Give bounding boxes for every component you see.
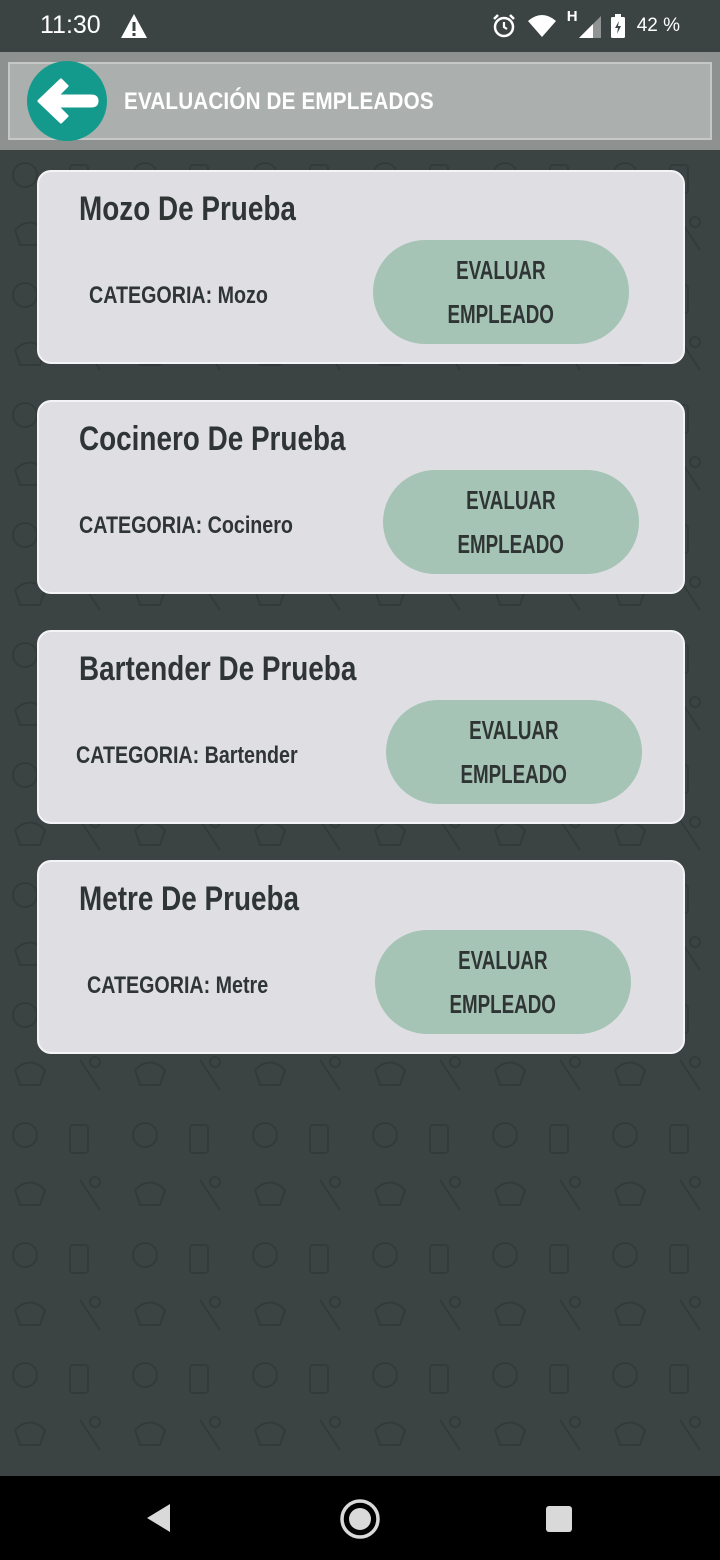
button-label-line1: EVALUAR	[466, 485, 556, 515]
status-bar: 11:30 H 42 %	[0, 0, 720, 52]
status-time: 11:30	[40, 11, 101, 39]
button-label-line1: EVALUAR	[456, 255, 546, 285]
alarm-icon	[492, 14, 515, 38]
evaluate-employee-button[interactable]: EVALUAR EMPLEADO	[383, 470, 639, 574]
evaluate-employee-button[interactable]: EVALUAR EMPLEADO	[386, 700, 642, 804]
employee-name: Metre De Prueba	[79, 880, 300, 918]
evaluate-employee-button[interactable]: EVALUAR EMPLEADO	[375, 930, 631, 1034]
arrow-left-icon	[37, 78, 99, 124]
button-label-line1: EVALUAR	[469, 715, 559, 745]
employee-card: Metre De Prueba CATEGORIA: Metre EVALUAR…	[37, 860, 685, 1054]
employee-card: Cocinero De Prueba CATEGORIA: Cocinero E…	[37, 400, 685, 594]
employee-name: Cocinero De Prueba	[79, 420, 346, 458]
page-title: EVALUACIÓN DE EMPLEADOS	[124, 88, 434, 115]
employee-name: Bartender De Prueba	[79, 650, 357, 688]
battery-percent: 42 %	[636, 15, 680, 36]
employee-category: CATEGORIA: Cocinero	[79, 512, 293, 539]
nav-home-icon[interactable]	[339, 1498, 381, 1540]
button-label-line2: EMPLEADO	[447, 299, 555, 329]
evaluate-employee-button[interactable]: EVALUAR EMPLEADO	[373, 240, 629, 344]
navigation-bar	[0, 1476, 720, 1560]
employee-category: CATEGORIA: Metre	[87, 972, 269, 999]
nav-recent-icon[interactable]	[546, 1506, 572, 1532]
employee-category: CATEGORIA: Bartender	[76, 742, 298, 769]
warning-icon	[121, 14, 147, 38]
battery-icon	[610, 14, 625, 38]
button-label-line2: EMPLEADO	[457, 529, 565, 559]
employee-card: Bartender De Prueba CATEGORIA: Bartender…	[37, 630, 685, 824]
nav-back-icon[interactable]	[146, 1503, 172, 1533]
button-label-line1: EVALUAR	[458, 945, 548, 975]
network-type-label: H	[566, 8, 578, 25]
employee-name: Mozo De Prueba	[79, 190, 296, 228]
employee-card: Mozo De Prueba CATEGORIA: Mozo EVALUAR EM…	[37, 170, 685, 364]
status-icons: H 42 %	[491, 8, 680, 40]
button-label-line2: EMPLEADO	[449, 989, 557, 1019]
button-label-line2: EMPLEADO	[460, 759, 568, 789]
employee-category: CATEGORIA: Mozo	[89, 282, 268, 309]
signal-icon: H	[567, 8, 601, 40]
back-button[interactable]	[27, 61, 107, 141]
wifi-icon	[527, 15, 556, 37]
